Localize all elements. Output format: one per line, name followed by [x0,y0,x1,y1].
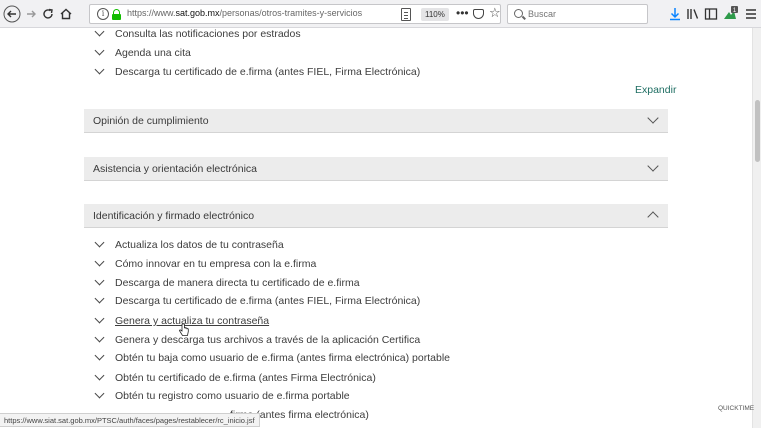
link-text[interactable]: Cómo innovar en tu empresa con la e.firm… [115,258,316,270]
accordion-title: Opinión de cumplimiento [93,115,209,127]
sidebar-icon[interactable] [704,5,718,23]
accordion-title: Asistencia y orientación electrónica [93,163,258,175]
list-item[interactable]: Descarga tu certificado de e.firma (ante… [94,63,420,81]
list-item[interactable]: Actualiza los datos de tu contraseña [94,236,284,254]
chevron-down-icon [94,295,106,307]
chevron-down-icon [94,277,106,289]
chevron-down-icon [94,28,106,40]
list-item[interactable]: Descarga tu certificado de e.firma (ante… [94,292,420,310]
search-icon [514,9,523,18]
download-icon[interactable] [668,5,682,23]
page-actions-icon[interactable]: ••• [456,6,469,20]
expand-link[interactable]: Expandir [635,84,676,96]
list-item[interactable]: Agenda una cita [94,44,191,62]
chevron-up-icon[interactable] [646,209,660,221]
bookmark-star-icon[interactable]: ☆ [489,5,501,21]
pocket-icon[interactable] [473,9,484,19]
search-input[interactable] [528,7,643,21]
link-text[interactable]: Obtén tu certificado de e.firma (antes F… [115,372,376,384]
zoom-level-badge[interactable]: 110% [421,8,449,21]
chevron-down-icon [94,66,106,78]
scrollbar-thumb[interactable] [755,100,760,162]
reader-view-icon[interactable] [401,8,411,21]
link-text[interactable]: Actualiza los datos de tu contraseña [115,239,284,251]
browser-toolbar: i https://www.sat.gob.mx/personas/otros-… [0,0,761,28]
chevron-down-icon [94,372,106,384]
accordion-title: Identificación y firmado electrónico [93,210,255,222]
hamburger-menu-icon[interactable] [744,5,758,23]
chevron-down-icon [94,47,106,59]
chevron-down-icon [94,315,106,327]
reload-icon[interactable] [39,5,57,23]
extension-icon[interactable]: 1 [722,5,738,23]
chevron-down-icon [94,334,106,346]
page-content: Consulta las notificaciones por estrados… [0,28,752,413]
back-arrow-icon[interactable] [3,5,21,23]
list-item[interactable]: Consulta las notificaciones por estrados [94,28,301,43]
chevron-down-icon [94,352,106,364]
chevron-down-icon [94,390,106,402]
link-text[interactable]: Descarga tu certificado de e.firma (ante… [115,66,420,78]
info-icon[interactable]: i [97,8,109,20]
accordion-identificacion[interactable]: Identificación y firmado electrónico [84,204,668,228]
url-text[interactable]: https://www.sat.gob.mx/personas/otros-tr… [127,8,362,18]
link-text[interactable]: Obtén tu registro como usuario de e.firm… [115,390,350,402]
accordion-opinion-cumplimiento[interactable]: Opinión de cumplimiento [84,109,668,133]
lock-icon [112,9,121,20]
search-box[interactable] [507,4,648,24]
hand-cursor-icon [179,323,189,336]
link-text[interactable]: Descarga de manera directa tu certificad… [115,277,360,289]
forward-arrow-icon[interactable] [22,5,40,23]
link-text-hovered[interactable]: Genera y actualiza tu contraseña [115,315,269,327]
list-item[interactable]: Obtén tu certificado de e.firma (antes F… [94,369,376,387]
watermark-logo: QUICKTIME [718,405,755,412]
chevron-down-icon[interactable] [646,114,660,126]
vertical-scrollbar[interactable] [752,28,761,428]
link-text[interactable]: Genera y descarga tus archivos a través … [115,334,420,346]
chevron-down-icon[interactable] [646,162,660,174]
chevron-down-icon [94,258,106,270]
list-item[interactable]: Genera y descarga tus archivos a través … [94,331,420,349]
list-item[interactable]: Descarga de manera directa tu certificad… [94,274,360,292]
url-path: /personas/otros-tramites-y-servicios [219,8,363,18]
link-text[interactable]: Consulta las notificaciones por estrados [115,28,301,40]
home-icon[interactable] [57,5,75,23]
url-host: sat.gob.mx [175,8,220,18]
link-text[interactable]: Descarga tu certificado de e.firma (ante… [115,295,420,307]
link-text[interactable]: Obtén tu baja como usuario de e.firma (a… [115,352,450,364]
url-prefix: https://www. [127,8,176,18]
chevron-down-icon [94,239,106,251]
list-item[interactable]: Obtén tu baja como usuario de e.firma (a… [94,349,450,367]
status-bar-url: https://www.siat.sat.gob.mx/PTSC/auth/fa… [0,413,260,427]
address-bar[interactable]: i https://www.sat.gob.mx/personas/otros-… [89,4,501,24]
accordion-asistencia[interactable]: Asistencia y orientación electrónica [84,157,668,181]
link-text[interactable]: Agenda una cita [115,47,191,59]
library-icon[interactable] [686,5,700,23]
list-item[interactable]: Cómo innovar en tu empresa con la e.firm… [94,255,316,273]
list-item[interactable]: Obtén tu registro como usuario de e.firm… [94,387,350,405]
